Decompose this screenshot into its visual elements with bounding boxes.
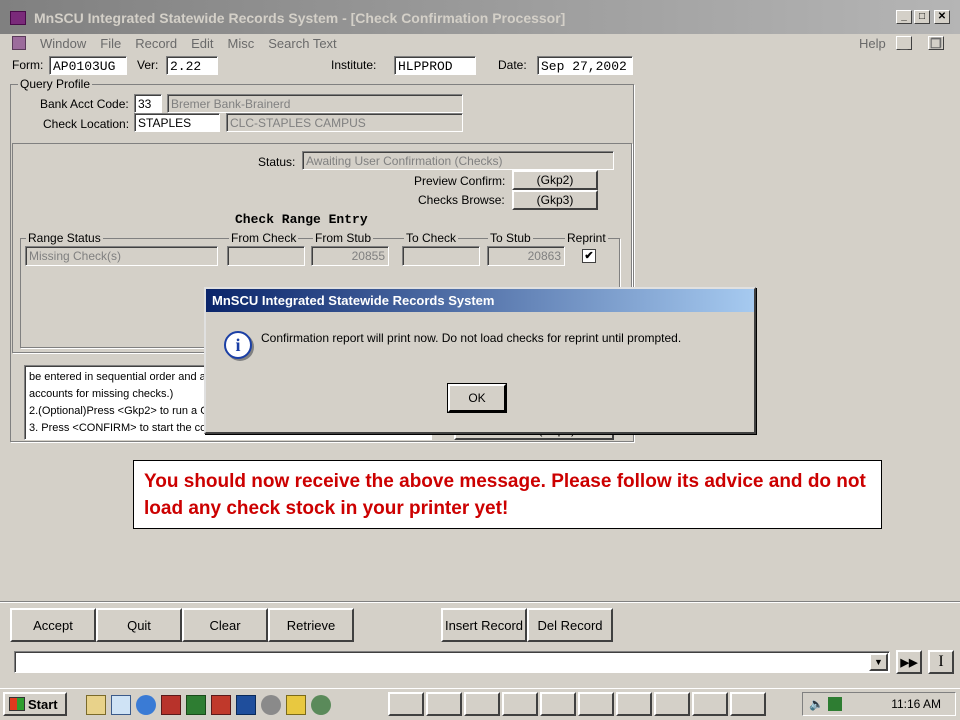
- reprint-header: Reprint: [565, 231, 608, 245]
- ver-field[interactable]: 2.22: [166, 56, 218, 75]
- text-cursor-icon[interactable]: I: [928, 650, 954, 674]
- menu-search-text[interactable]: Search Text: [268, 36, 336, 51]
- menu-file[interactable]: File: [100, 36, 121, 51]
- dropdown-arrow-icon[interactable]: ▼: [869, 653, 888, 671]
- start-button[interactable]: Start: [3, 692, 67, 716]
- bank-acct-code-field[interactable]: 33: [134, 94, 162, 113]
- browser-icon[interactable]: [136, 695, 156, 715]
- to-stub-header: To Stub: [488, 231, 533, 245]
- date-label: Date:: [498, 58, 527, 72]
- task-button[interactable]: [464, 692, 500, 716]
- clock: 11:16 AM: [891, 697, 941, 711]
- task-button[interactable]: [578, 692, 614, 716]
- range-status-header: Range Status: [26, 231, 103, 245]
- app-icon: [10, 11, 26, 25]
- instruction-callout: You should now receive the above message…: [133, 460, 882, 529]
- task-buttons: [388, 692, 766, 716]
- word-icon[interactable]: [236, 695, 256, 715]
- check-location-label: Check Location:: [43, 117, 130, 131]
- dialog-title: MnSCU Integrated Statewide Records Syste…: [206, 289, 754, 312]
- message-line-field[interactable]: [14, 651, 890, 673]
- menu-bar: Window File Record Edit Misc Search Text…: [0, 34, 960, 54]
- retrieve-button[interactable]: Retrieve: [268, 608, 354, 642]
- dialog-ok-button[interactable]: OK: [447, 383, 507, 413]
- insert-record-button[interactable]: Insert Record: [441, 608, 527, 642]
- minimize-icon[interactable]: _: [896, 10, 912, 24]
- ver-label: Ver:: [137, 58, 159, 72]
- task-button[interactable]: [654, 692, 690, 716]
- maximize-icon[interactable]: □: [914, 10, 930, 24]
- menu-misc[interactable]: Misc: [228, 36, 255, 51]
- settings-icon[interactable]: [261, 695, 281, 715]
- dialog-message: Confirmation report will print now. Do n…: [261, 331, 682, 345]
- message-dialog: MnSCU Integrated Statewide Records Syste…: [204, 287, 756, 434]
- mdi-icon: [12, 36, 26, 50]
- date-field[interactable]: Sep 27,2002: [537, 56, 633, 75]
- tray-app-icon[interactable]: [827, 697, 842, 711]
- bank-acct-label: Bank Acct Code:: [40, 97, 129, 111]
- range-status-field: Missing Check(s): [25, 246, 218, 266]
- close-icon[interactable]: ✕: [934, 10, 950, 24]
- form-field[interactable]: AP0103UG: [49, 56, 127, 75]
- query-profile-title: Query Profile: [18, 77, 93, 91]
- checks-browse-label: Checks Browse:: [418, 193, 505, 207]
- reprint-checkbox[interactable]: ✔: [582, 249, 596, 263]
- del-record-button[interactable]: Del Record: [527, 608, 613, 642]
- menu-edit[interactable]: Edit: [191, 36, 213, 51]
- task-button[interactable]: [730, 692, 766, 716]
- task-button[interactable]: [502, 692, 538, 716]
- window-controls: _ □ ✕: [896, 10, 950, 24]
- clear-button[interactable]: Clear: [182, 608, 268, 642]
- child-restore-icon[interactable]: ❐: [928, 36, 944, 50]
- location-name-field: CLC-STAPLES CAMPUS: [226, 113, 463, 132]
- checks-browse-button[interactable]: (Gkp3): [512, 190, 598, 210]
- menu-window[interactable]: Window: [40, 36, 86, 51]
- from-check-header: From Check: [229, 231, 299, 245]
- check-range-title: Check Range Entry: [235, 212, 368, 227]
- menu-record[interactable]: Record: [135, 36, 177, 51]
- child-minimize-icon[interactable]: _: [896, 36, 912, 50]
- check-location-field[interactable]: STAPLES: [134, 113, 220, 132]
- bank-name-field: Bremer Bank-Brainerd: [167, 94, 463, 113]
- network-icon[interactable]: [311, 695, 331, 715]
- powerpoint-icon[interactable]: [161, 695, 181, 715]
- access-icon[interactable]: [211, 695, 231, 715]
- menu-help[interactable]: Help: [859, 36, 886, 51]
- callout-text: You should now receive the above message…: [144, 471, 866, 519]
- start-label: Start: [28, 696, 58, 712]
- task-button[interactable]: [388, 692, 424, 716]
- excel-icon[interactable]: [186, 695, 206, 715]
- to-check-field: [402, 246, 480, 266]
- window-title: MnSCU Integrated Statewide Records Syste…: [34, 10, 566, 26]
- bottom-toolbar-divider: [0, 601, 960, 603]
- quick-launch: [86, 695, 331, 715]
- from-check-field: [227, 246, 305, 266]
- accept-button[interactable]: Accept: [10, 608, 96, 642]
- to-stub-field: 20863: [487, 246, 565, 266]
- from-stub-field: 20855: [311, 246, 389, 266]
- task-button[interactable]: [540, 692, 576, 716]
- window-titlebar: MnSCU Integrated Statewide Records Syste…: [0, 0, 960, 34]
- task-button[interactable]: [616, 692, 652, 716]
- status-field: Awaiting User Confirmation (Checks): [302, 151, 614, 170]
- quit-button[interactable]: Quit: [96, 608, 182, 642]
- preview-confirm-label: Preview Confirm:: [414, 174, 506, 188]
- from-stub-header: From Stub: [313, 231, 374, 245]
- desktop-icon[interactable]: [86, 695, 106, 715]
- zip-icon[interactable]: [286, 695, 306, 715]
- system-tray: 🔈 11:16 AM: [802, 692, 956, 716]
- form-label: Form:: [12, 58, 44, 72]
- status-label: Status:: [258, 155, 296, 169]
- task-button[interactable]: [426, 692, 462, 716]
- next-block-icon[interactable]: ▶▶: [896, 650, 922, 674]
- institute-label: Institute:: [331, 58, 377, 72]
- institute-field[interactable]: HLPPROD: [394, 56, 476, 75]
- search-icon[interactable]: [111, 695, 131, 715]
- windows-logo-icon: [9, 697, 25, 711]
- to-check-header: To Check: [404, 231, 459, 245]
- info-icon: i: [224, 331, 252, 359]
- volume-icon[interactable]: 🔈: [809, 697, 824, 711]
- task-button[interactable]: [692, 692, 728, 716]
- preview-confirm-button[interactable]: (Gkp2): [512, 170, 598, 190]
